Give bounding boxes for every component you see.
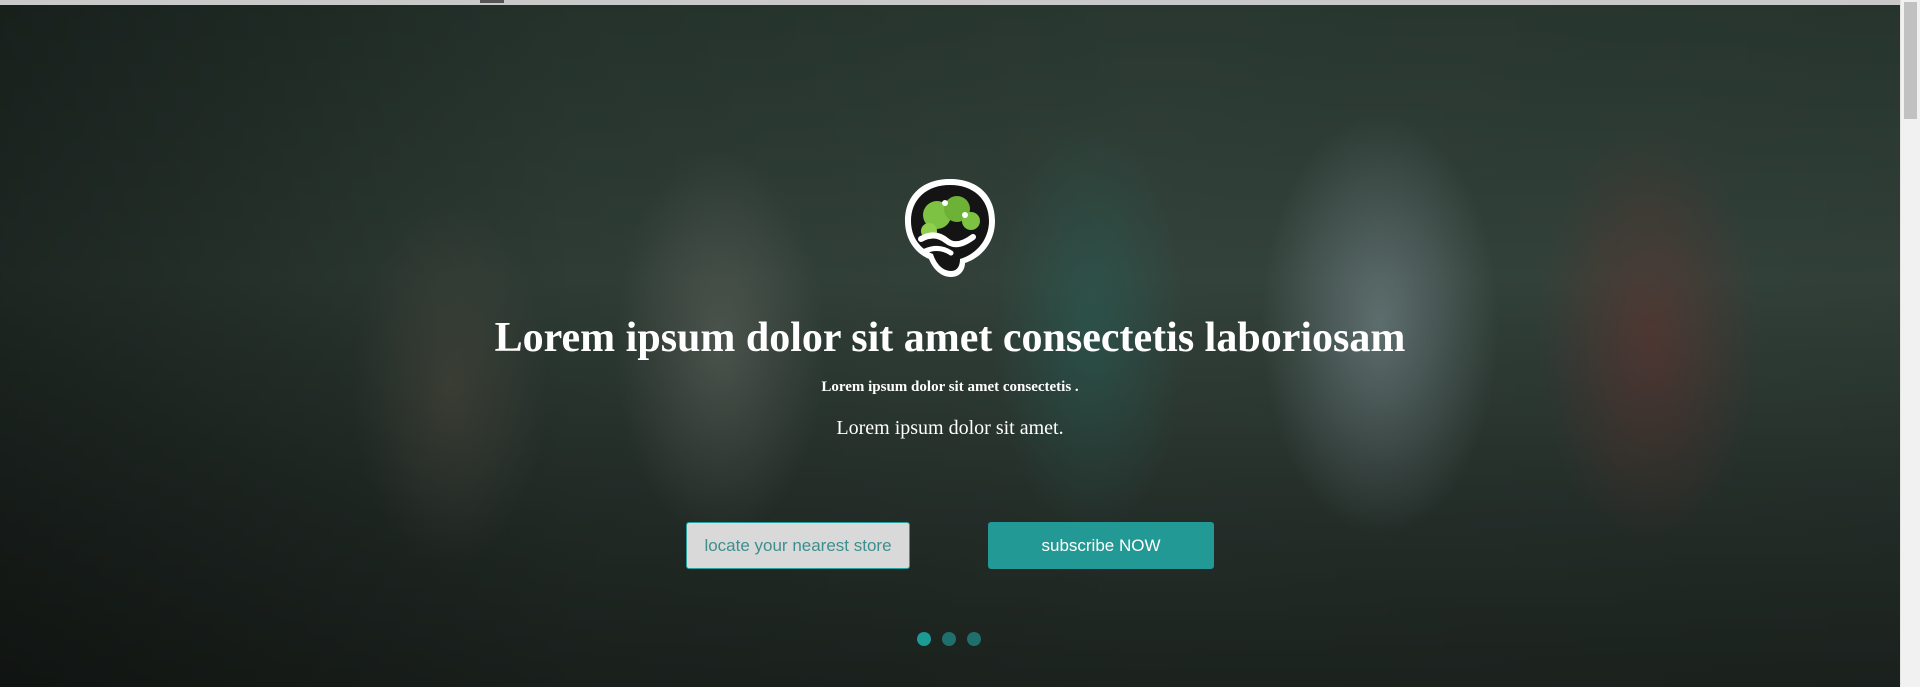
hero-subtitle: Lorem ipsum dolor sit amet consectetis .	[821, 379, 1079, 395]
page-scrollbar[interactable]	[1900, 0, 1920, 687]
scrollbar-thumb[interactable]	[1904, 2, 1917, 119]
carousel-dot-3[interactable]	[967, 632, 981, 646]
locate-store-button[interactable]: locate your nearest store	[686, 522, 910, 569]
subscribe-button[interactable]: subscribe NOW	[988, 522, 1214, 569]
carousel-dot-1[interactable]	[917, 632, 931, 646]
brain-logo-icon	[895, 173, 1005, 285]
top-bar-marker	[480, 0, 504, 3]
hero-title: Lorem ipsum dolor sit amet consectetis l…	[494, 315, 1406, 361]
carousel-indicators	[917, 632, 981, 646]
hero-banner: Lorem ipsum dolor sit amet consectetis l…	[0, 5, 1900, 687]
carousel-dot-2[interactable]	[942, 632, 956, 646]
hero-text: Lorem ipsum dolor sit amet.	[836, 417, 1064, 439]
